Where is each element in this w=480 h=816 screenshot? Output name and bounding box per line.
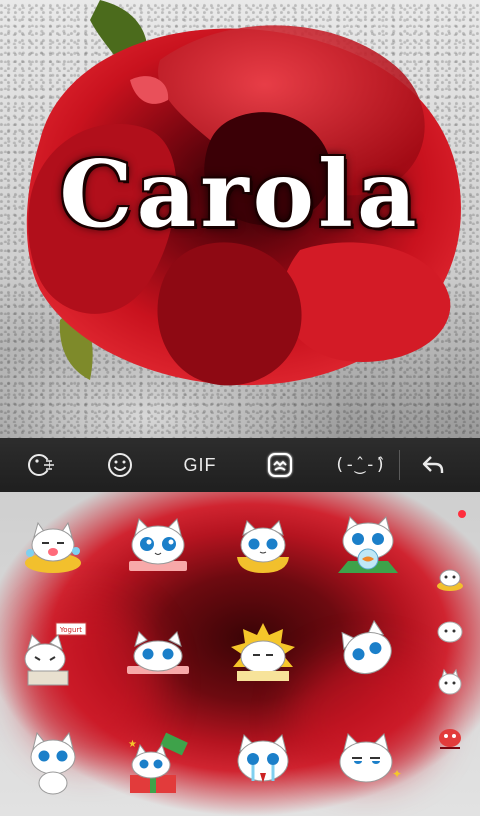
sticker-cat-peek[interactable] [105, 600, 210, 708]
back-button[interactable] [400, 438, 466, 492]
cat-sunshine-sticker [230, 623, 295, 681]
yogurt-sign-label: Yogurt [58, 626, 81, 634]
kaomoji-button[interactable]: (-̂‿-̂) [320, 438, 400, 492]
sticker-cat-sunshine[interactable] [210, 600, 315, 708]
cat-peek-sticker [126, 631, 189, 674]
sticker-cat-yogurt[interactable]: Yogurt [0, 600, 105, 708]
smiley-icon [108, 453, 132, 477]
new-badge-dot [458, 510, 466, 518]
keyboard-toolbar: GIF (-̂‿-̂) [0, 438, 480, 492]
cat-sitting-sticker [30, 731, 75, 795]
svg-text:✦: ✦ [392, 767, 402, 781]
wallpaper-preview: Carola [0, 0, 480, 438]
gif-button[interactable]: GIF [160, 438, 240, 492]
cat-fishbowl-sticker [337, 516, 398, 573]
emoji-search-icon [28, 454, 54, 476]
cat-bathtub-sticker [24, 521, 81, 573]
cat-sly-sticker: ✦ [339, 733, 402, 783]
cat-tilted-sticker [341, 619, 392, 675]
sticker-cat-blue-eyes[interactable] [105, 492, 210, 600]
sticker-cat-sitting[interactable] [0, 708, 105, 816]
cat-bath-small-icon [437, 569, 463, 591]
cat-giftbox-sticker: ★ [128, 732, 188, 793]
svg-text:★: ★ [128, 739, 137, 750]
category-cat-white[interactable] [428, 608, 472, 652]
cat-blue-eyes-sticker [128, 518, 187, 571]
category-cat-ghost[interactable] [428, 660, 472, 704]
sticker-cat-bathtub[interactable] [0, 492, 105, 600]
cat-crying-sticker [237, 734, 288, 783]
sticker-category-sidebar [420, 492, 480, 816]
sticker-cat-crying[interactable] [210, 708, 315, 816]
back-arrow-icon [422, 456, 444, 473]
sticker-cat-sly[interactable]: ✦ [315, 708, 420, 816]
sticker-cat-tilted[interactable] [315, 600, 420, 708]
category-cat-red[interactable] [428, 714, 472, 758]
sticker-cat-giftbox[interactable]: ★ [105, 708, 210, 816]
emoji-button[interactable] [80, 438, 160, 492]
cat-ghost-small-icon [438, 668, 462, 695]
sticker-panel: Yogurt ★ ✦ [0, 492, 480, 816]
category-cat-bath[interactable] [428, 556, 472, 600]
sticker-cat-bowl[interactable] [210, 492, 315, 600]
keyboard-theme-title: Carola [59, 140, 421, 248]
emoji-search-button[interactable] [0, 438, 80, 492]
sticker-cat-fishbowl[interactable] [315, 492, 420, 600]
cat-bowl-sticker [236, 520, 289, 573]
cat-white-small-icon [437, 621, 463, 643]
sticker-button[interactable] [240, 438, 320, 492]
sticker-icon [268, 453, 292, 477]
cat-red-small-icon [439, 729, 461, 749]
cat-yogurt-sticker: Yogurt [24, 622, 86, 686]
sticker-grid: Yogurt ★ ✦ [0, 492, 420, 816]
